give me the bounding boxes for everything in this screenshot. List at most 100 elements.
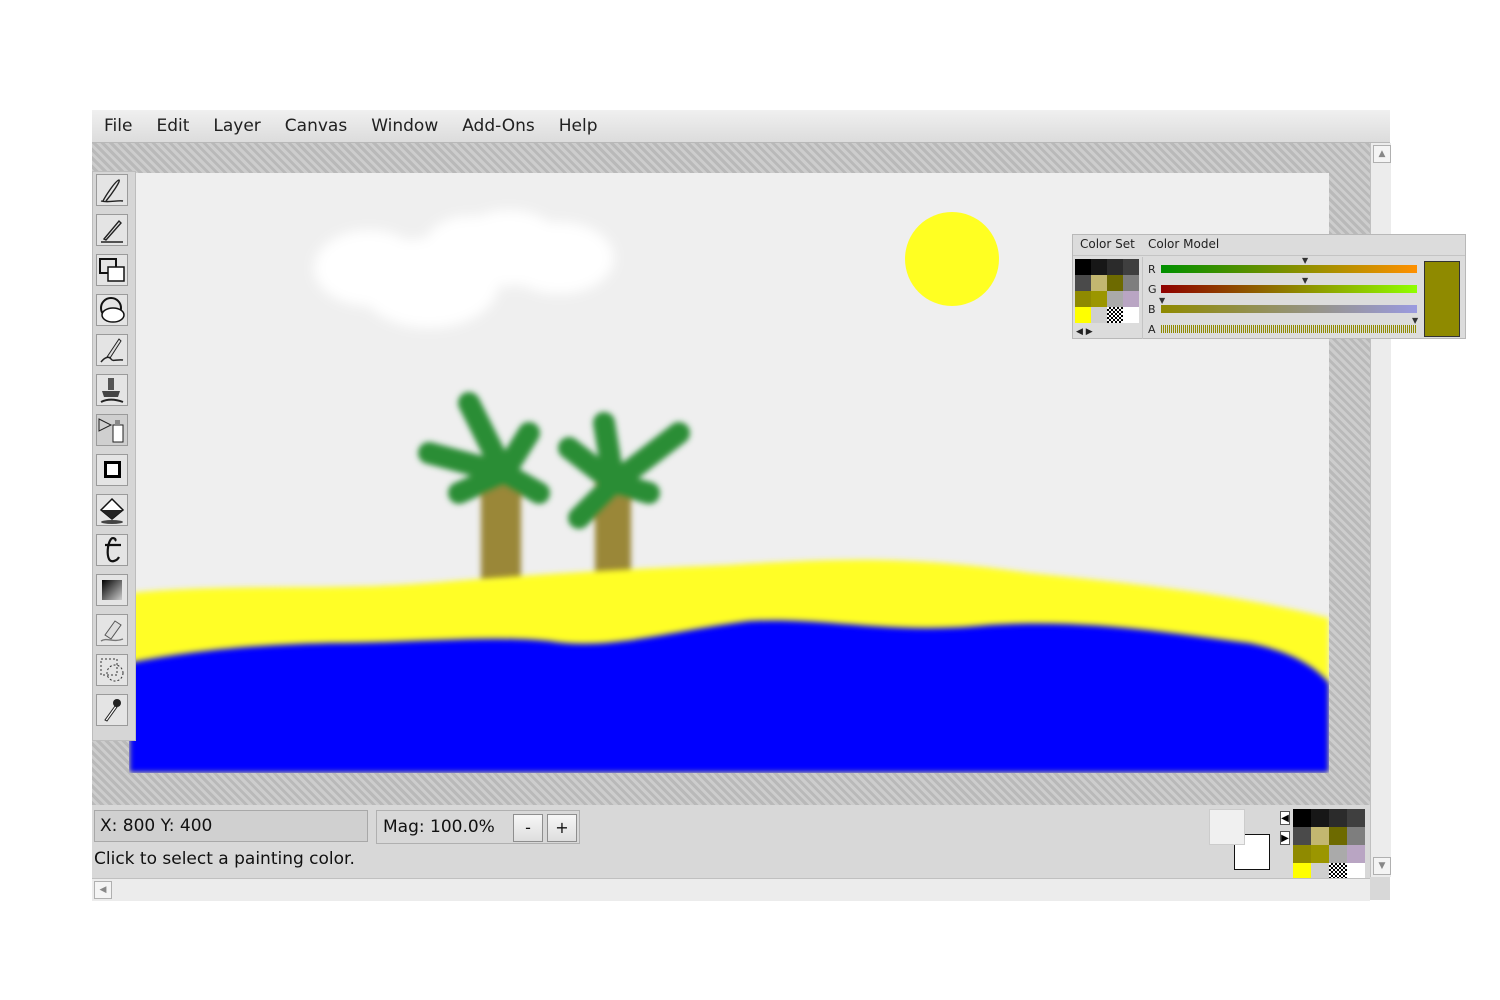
slider-label-g: G xyxy=(1148,283,1157,296)
rectangle-icon xyxy=(99,258,125,282)
color-palette-panel: Color Set Color Model ◀ ▶ R ▼ G ▼ B ▼ A … xyxy=(1072,234,1466,339)
palette-swatch[interactable] xyxy=(1329,827,1347,845)
palette-swatch[interactable] xyxy=(1347,809,1365,827)
tab-color-model[interactable]: Color Model xyxy=(1148,235,1219,253)
palette-swatch[interactable] xyxy=(1075,259,1091,275)
airbrush-icon xyxy=(100,378,124,403)
palette-swatch[interactable] xyxy=(1075,307,1091,323)
gradient-tool[interactable] xyxy=(96,574,128,606)
panel-divider xyxy=(1073,255,1465,256)
palette-swatch[interactable] xyxy=(1311,809,1329,827)
red-slider[interactable] xyxy=(1161,265,1417,273)
color-set-grid xyxy=(1075,259,1141,325)
alpha-slider[interactable] xyxy=(1161,325,1417,333)
palette-swatch[interactable] xyxy=(1293,845,1311,863)
line-icon xyxy=(101,219,123,243)
toolbox xyxy=(92,171,136,741)
menu-help[interactable]: Help xyxy=(547,110,610,142)
palette-swatch[interactable] xyxy=(1107,275,1123,291)
blur-icon xyxy=(104,461,121,478)
color-well[interactable] xyxy=(1209,809,1273,873)
menu-file[interactable]: File xyxy=(92,110,144,142)
scroll-up-icon[interactable]: ▲ xyxy=(1373,145,1391,163)
menu-canvas[interactable]: Canvas xyxy=(273,110,359,142)
palette-swatch[interactable] xyxy=(1107,307,1123,323)
slider-label-r: R xyxy=(1148,263,1156,276)
status-hint: Click to select a painting color. xyxy=(94,849,355,869)
sun xyxy=(905,212,999,306)
palette-swatch[interactable] xyxy=(1091,259,1107,275)
menu-edit[interactable]: Edit xyxy=(144,110,201,142)
brush-tool[interactable] xyxy=(96,334,128,366)
zoom-in-button[interactable]: + xyxy=(547,814,577,842)
color-set-nav-icon[interactable]: ◀ ▶ xyxy=(1076,327,1093,337)
palette-swatch[interactable] xyxy=(1075,275,1091,291)
palette-swatch[interactable] xyxy=(1107,259,1123,275)
palette-swatch[interactable] xyxy=(1347,827,1365,845)
airbrush-tool[interactable] xyxy=(96,374,128,406)
rectangle-tool[interactable] xyxy=(96,254,128,286)
spray-can-icon xyxy=(98,418,124,443)
slider-label-b: B xyxy=(1148,303,1156,316)
zoom-out-button[interactable]: - xyxy=(513,814,543,842)
freehand-tool[interactable] xyxy=(96,174,128,206)
eyedropper-tool[interactable] xyxy=(96,694,128,726)
paint-bucket-icon xyxy=(99,497,125,524)
tab-color-set[interactable]: Color Set xyxy=(1080,235,1135,253)
selection-tool[interactable] xyxy=(96,654,128,686)
brush-icon xyxy=(100,338,124,363)
palette-swatch[interactable] xyxy=(1091,275,1107,291)
app-window: File Edit Layer Canvas Window Add-Ons He… xyxy=(92,110,1391,901)
blur-tool[interactable] xyxy=(96,454,128,486)
current-color-swatch[interactable] xyxy=(1424,261,1460,337)
palette-swatch[interactable] xyxy=(1123,307,1139,323)
menu-bar: File Edit Layer Canvas Window Add-Ons He… xyxy=(92,110,1390,143)
bucket-spray-tool[interactable] xyxy=(96,414,128,446)
eyedropper-icon xyxy=(104,699,121,722)
palette-swatch[interactable] xyxy=(1347,845,1365,863)
palette-swatch[interactable] xyxy=(1107,291,1123,307)
ellipse-icon xyxy=(100,297,125,323)
scroll-left-icon[interactable]: ◀ xyxy=(94,881,112,899)
palette-swatch[interactable] xyxy=(1123,259,1139,275)
blue-thumb-icon[interactable]: ▼ xyxy=(1159,297,1165,305)
palette-swatch[interactable] xyxy=(1123,291,1139,307)
slider-label-a: A xyxy=(1148,323,1156,336)
menu-window[interactable]: Window xyxy=(359,110,450,142)
text-icon xyxy=(105,537,121,563)
red-thumb-icon[interactable]: ▼ xyxy=(1302,257,1308,265)
palette-swatch[interactable] xyxy=(1311,845,1329,863)
palette-swatch[interactable] xyxy=(1329,809,1347,827)
mini-palette-grid xyxy=(1293,809,1365,881)
text-tool[interactable] xyxy=(96,534,128,566)
horizontal-scrollbar[interactable]: ◀ xyxy=(92,878,1370,901)
palette-swatch[interactable] xyxy=(1075,291,1091,307)
mini-palette: ◀ ▶ xyxy=(1280,809,1366,881)
palette-swatch[interactable] xyxy=(1091,291,1107,307)
palette-swatch[interactable] xyxy=(1311,827,1329,845)
primary-color-swatch[interactable] xyxy=(1209,809,1245,845)
alpha-thumb-icon[interactable]: ▼ xyxy=(1412,317,1418,325)
magnification-label: Mag: 100.0% xyxy=(383,817,495,837)
line-tool[interactable] xyxy=(96,214,128,246)
blue-slider[interactable] xyxy=(1161,305,1417,313)
freehand-icon xyxy=(100,179,124,203)
palette-swatch[interactable] xyxy=(1091,307,1107,323)
palette-swatch[interactable] xyxy=(1293,809,1311,827)
coordinates-readout: X: 800 Y: 400 xyxy=(94,810,368,842)
eraser-tool[interactable] xyxy=(96,614,128,646)
palette-swatch[interactable] xyxy=(1329,845,1347,863)
menu-layer[interactable]: Layer xyxy=(201,110,272,142)
status-bar: X: 800 Y: 400 Mag: 100.0% - + Click to s… xyxy=(92,805,1370,881)
palette-swatch[interactable] xyxy=(1293,827,1311,845)
green-thumb-icon[interactable]: ▼ xyxy=(1302,277,1308,285)
palette-prev-icon[interactable]: ◀ xyxy=(1280,811,1290,825)
green-slider[interactable] xyxy=(1161,285,1417,293)
magnification-box: Mag: 100.0% - + xyxy=(376,810,580,844)
scroll-down-icon[interactable]: ▼ xyxy=(1373,857,1391,875)
ellipse-tool[interactable] xyxy=(96,294,128,326)
palette-next-icon[interactable]: ▶ xyxy=(1280,831,1290,845)
palette-swatch[interactable] xyxy=(1123,275,1139,291)
fill-tool[interactable] xyxy=(96,494,128,526)
menu-add-ons[interactable]: Add-Ons xyxy=(450,110,547,142)
